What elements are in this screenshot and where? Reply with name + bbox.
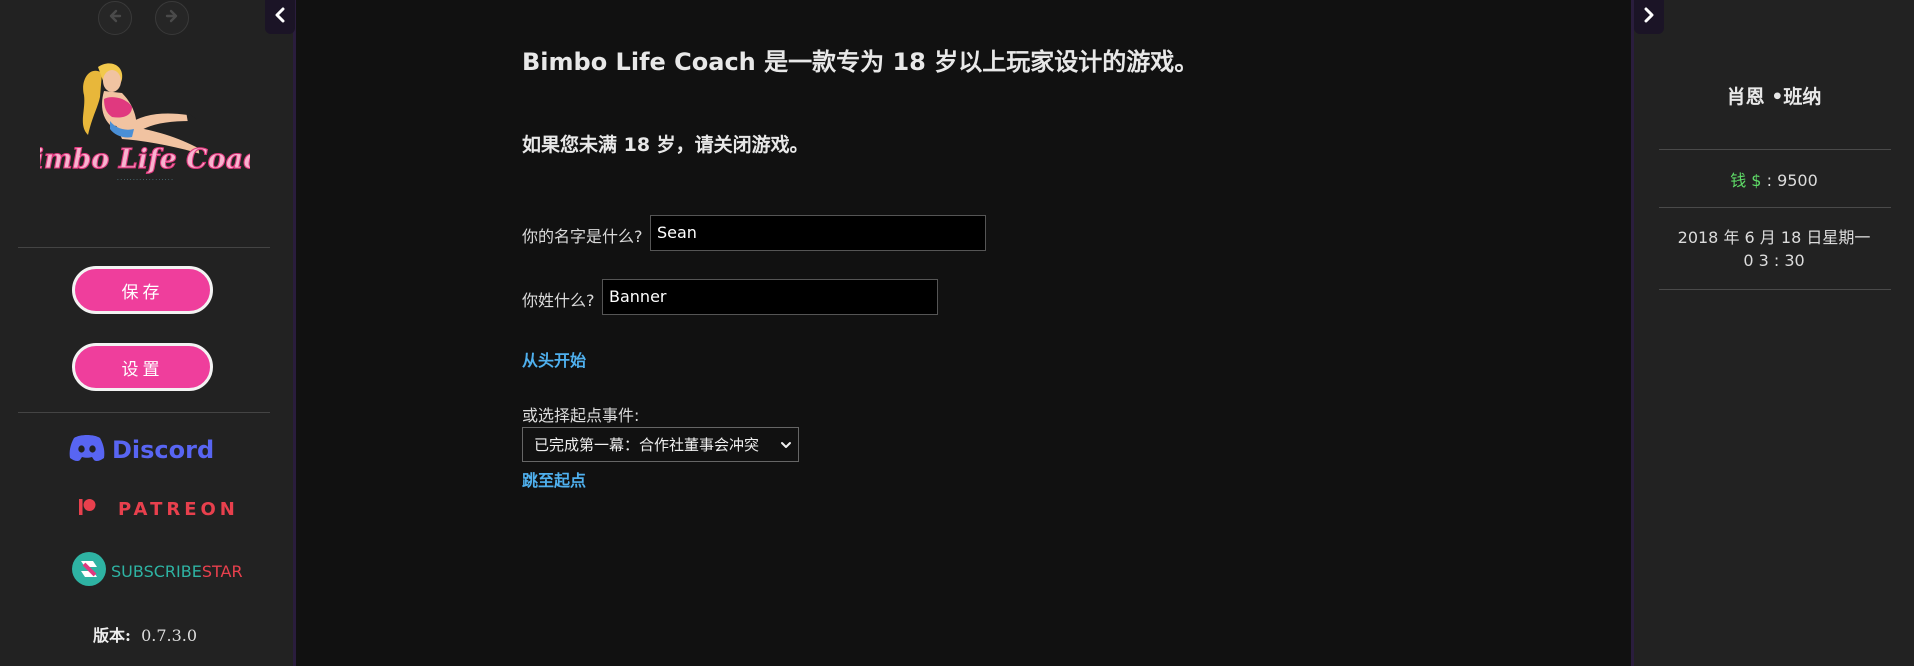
history-back-button[interactable]	[98, 1, 132, 35]
start-event-label: 或选择起点事件:	[522, 406, 640, 425]
subscribestar-link[interactable]: SUBSCRIBE STAR	[71, 551, 243, 591]
arrow-left-icon	[107, 8, 123, 28]
history-forward-button[interactable]	[155, 1, 189, 35]
right-sidebar-divider	[1659, 207, 1891, 208]
patreon-icon	[78, 498, 96, 521]
chevron-down-icon	[778, 437, 794, 453]
game-logo: Bimbo Life Coach · · · · · · · · · · · ·…	[9, 55, 280, 190]
money-separator: :	[1766, 171, 1772, 190]
start-event-selected: 已完成第一幕：合作社董事会冲突	[534, 436, 760, 454]
version-label: 版本:	[93, 626, 131, 645]
start-event-select[interactable]: 已完成第一幕：合作社董事会冲突	[522, 427, 799, 462]
right-sidebar: 肖恩 •班纳 钱 $ : 9500 2018 年 6 月 18 日星期一 0 3…	[1631, 0, 1914, 666]
age-warning: 如果您未满 18 岁，请关闭游戏。	[522, 134, 809, 156]
patreon-link[interactable]: PATREON	[78, 498, 239, 521]
chevron-left-icon	[272, 7, 288, 27]
save-button[interactable]: 保存	[72, 266, 213, 314]
collapse-right-sidebar-button[interactable]	[1634, 0, 1664, 34]
discord-label: Discord	[112, 436, 215, 464]
last-name-input[interactable]: Banner	[602, 279, 938, 315]
patreon-label: PATREON	[118, 499, 239, 520]
age-notice-title: Bimbo Life Coach 是一款专为 18 岁以上玩家设计的游戏。	[522, 48, 1199, 76]
jump-to-start-link[interactable]: 跳至起点	[522, 467, 586, 491]
sidebar-divider	[18, 412, 270, 413]
last-name-label: 你姓什么?	[522, 291, 595, 310]
chevron-right-icon	[1641, 7, 1657, 27]
main-passage: Bimbo Life Coach 是一款专为 18 岁以上玩家设计的游戏。 如果…	[296, 0, 1631, 666]
subscribestar-label-a: SUBSCRIBE	[111, 561, 202, 581]
svg-text:Bimbo Life Coach: Bimbo Life Coach	[40, 144, 250, 175]
time-line: 0 3 : 30	[1743, 251, 1805, 270]
player-name: 肖恩 •班纳	[1726, 86, 1822, 108]
version-value: 0.7.3.0	[141, 626, 198, 645]
right-sidebar-divider	[1659, 149, 1891, 150]
first-name-input[interactable]: Sean	[650, 215, 986, 251]
money-value: 9500	[1777, 171, 1818, 190]
collapse-left-sidebar-button[interactable]	[265, 0, 295, 34]
first-name-label: 你的名字是什么?	[522, 227, 643, 246]
subscribestar-icon	[71, 551, 107, 591]
version-row: 版本: 0.7.3.0	[93, 622, 197, 646]
left-sidebar: Bimbo Life Coach · · · · · · · · · · · ·…	[0, 0, 296, 666]
svg-text:· · · · · · · · · · · · · · ·: · · · · · · · · · · · · · · · · · ·	[117, 177, 173, 183]
right-sidebar-divider	[1659, 289, 1891, 290]
discord-link[interactable]: Discord	[68, 432, 214, 468]
arrow-right-icon	[164, 8, 180, 28]
date-time: 2018 年 6 月 18 日星期一 0 3 : 30	[1634, 226, 1914, 272]
discord-icon	[68, 432, 106, 468]
sidebar-divider	[18, 247, 270, 248]
money-row: 钱 $ : 9500	[1634, 167, 1914, 191]
money-label: 钱 $	[1730, 171, 1762, 190]
settings-button[interactable]: 设置	[72, 343, 213, 391]
subscribestar-label-b: STAR	[201, 561, 243, 581]
start-from-beginning-link[interactable]: 从头开始	[522, 347, 586, 371]
date-line: 2018 年 6 月 18 日星期一	[1677, 228, 1871, 247]
